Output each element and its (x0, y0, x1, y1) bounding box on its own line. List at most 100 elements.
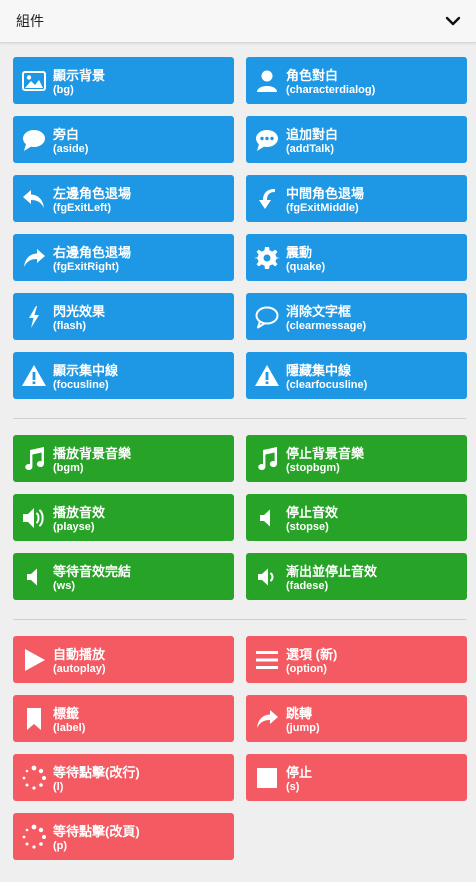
component-button-bg[interactable]: 顯示背景 (bg) (13, 57, 234, 104)
component-command: (addTalk) (286, 143, 335, 155)
lightning-icon (21, 304, 47, 330)
component-command: (option) (286, 663, 327, 675)
speech-outline-icon (254, 304, 280, 330)
component-name: 跳轉 (286, 706, 313, 721)
warning-icon (21, 363, 47, 389)
component-name: 追加對白 (286, 127, 339, 142)
component-command: (aside) (53, 143, 89, 155)
component-button-stopse[interactable]: 停止音效 (stopse) (246, 494, 467, 541)
component-name: 閃光效果 (53, 304, 106, 319)
component-name: 等待點擊(改行) (53, 765, 140, 780)
image-icon (21, 68, 47, 94)
component-button-fadese[interactable]: 漸出並停止音效 (fadese) (246, 553, 467, 600)
component-command: (autoplay) (53, 663, 106, 675)
component-button-ws[interactable]: 等待音效完結 (ws) (13, 553, 234, 600)
component-name: 等待音效完結 (53, 564, 132, 579)
component-button-label[interactable]: 標籤 (label) (13, 695, 234, 742)
component-button-s[interactable]: 停止 (s) (246, 754, 467, 801)
reply-arrow-icon (21, 186, 47, 212)
component-name: 隱藏集中線 (286, 363, 352, 378)
component-button-fgExitRight[interactable]: 右邊角色退場 (fgExitRight) (13, 234, 234, 281)
component-button-jump[interactable]: 跳轉 (jump) (246, 695, 467, 742)
component-name: 顯示背景 (53, 68, 106, 83)
component-button-l[interactable]: 等待點擊(改行) (l) (13, 754, 234, 801)
component-name: 旁白 (53, 127, 80, 142)
display-components-group: 顯示背景 (bg) 角色對白 (characterdialog) 旁白 (aside) 追加… (13, 57, 467, 399)
component-command: (quake) (286, 261, 326, 273)
component-command: (focusline) (53, 379, 109, 391)
component-button-clearfocusline[interactable]: 隱藏集中線 (clearfocusline) (246, 352, 467, 399)
gear-icon (254, 245, 280, 271)
stop-square-icon (254, 765, 280, 791)
component-button-p[interactable]: 等待點擊(改頁) (p) (13, 813, 234, 860)
component-command: (jump) (286, 722, 320, 734)
component-button-option[interactable]: 選項 (新) (option) (246, 636, 467, 683)
panel-title: 組件 (16, 13, 44, 29)
component-command: (fgExitRight) (53, 261, 119, 273)
component-name: 標籤 (53, 706, 80, 721)
component-name: 停止音效 (286, 505, 339, 520)
user-icon (254, 68, 280, 94)
component-button-aside[interactable]: 旁白 (aside) (13, 116, 234, 163)
component-button-characterdialog[interactable]: 角色對白 (characterdialog) (246, 57, 467, 104)
music-note-icon (254, 446, 280, 472)
group-divider (13, 418, 466, 419)
component-button-stopbgm[interactable]: 停止背景音樂 (stopbgm) (246, 435, 467, 482)
component-command: (fadese) (286, 580, 329, 592)
group-divider (13, 619, 466, 620)
component-name: 震動 (286, 245, 313, 260)
component-name: 等待點擊(改頁) (53, 824, 140, 839)
component-name: 左邊角色退場 (53, 186, 132, 201)
chat-dots-icon (254, 127, 280, 153)
forward-arrow-icon (254, 706, 280, 732)
flow-components-group: 自動播放 (autoplay) 選項 (新) (option) 標籤 (label) 跳轉(… (13, 636, 467, 860)
down-curve-arrow-icon (254, 186, 280, 212)
menu-lines-icon (254, 647, 280, 673)
component-name: 顯示集中線 (53, 363, 119, 378)
component-command: (clearmessage) (286, 320, 367, 332)
component-name: 右邊角色退場 (53, 245, 132, 260)
music-note-icon (21, 446, 47, 472)
component-command: (ws) (53, 580, 75, 592)
bookmark-icon (21, 706, 47, 732)
volume-up-icon (21, 505, 47, 531)
component-command: (flash) (53, 320, 86, 332)
component-command: (playse) (53, 521, 95, 533)
component-command: (bg) (53, 84, 74, 96)
component-command: (fgExitLeft) (53, 202, 112, 214)
component-button-clearmessage[interactable]: 消除文字框 (clearmessage) (246, 293, 467, 340)
component-button-autoplay[interactable]: 自動播放 (autoplay) (13, 636, 234, 683)
component-command: (clearfocusline) (286, 379, 368, 391)
volume-down-icon (254, 564, 280, 590)
warning-icon (254, 363, 280, 389)
component-command: (fgExitMiddle) (286, 202, 359, 214)
component-command: (bgm) (53, 462, 84, 474)
component-name: 消除文字框 (286, 304, 352, 319)
volume-off-icon (254, 505, 280, 531)
component-name: 漸出並停止音效 (286, 564, 378, 579)
play-icon (21, 647, 47, 673)
component-command: (l) (53, 781, 64, 793)
component-name: 中間角色退場 (286, 186, 365, 201)
component-button-quake[interactable]: 震動 (quake) (246, 234, 467, 281)
chevron-down-icon[interactable] (444, 12, 462, 30)
component-name: 播放背景音樂 (53, 446, 132, 461)
component-button-fgExitLeft[interactable]: 左邊角色退場 (fgExitLeft) (13, 175, 234, 222)
forward-arrow-icon (21, 245, 47, 271)
component-button-fgExitMiddle[interactable]: 中間角色退場 (fgExitMiddle) (246, 175, 467, 222)
component-button-playse[interactable]: 播放音效 (playse) (13, 494, 234, 541)
component-name: 停止 (286, 765, 313, 780)
component-command: (stopbgm) (286, 462, 340, 474)
volume-off-icon (21, 564, 47, 590)
component-button-flash[interactable]: 閃光效果 (flash) (13, 293, 234, 340)
component-name: 停止背景音樂 (286, 446, 365, 461)
component-command: (p) (53, 840, 68, 852)
component-button-focusline[interactable]: 顯示集中線 (focusline) (13, 352, 234, 399)
component-command: (characterdialog) (286, 84, 376, 96)
component-command: (stopse) (286, 521, 329, 533)
speech-bubble-icon (21, 127, 47, 153)
audio-components-group: 播放背景音樂 (bgm) 停止背景音樂 (stopbgm) 播放音效 (playse) 停止… (13, 435, 467, 600)
component-button-addTalk[interactable]: 追加對白 (addTalk) (246, 116, 467, 163)
component-button-bgm[interactable]: 播放背景音樂 (bgm) (13, 435, 234, 482)
panel-header[interactable]: 組件 (0, 0, 476, 43)
